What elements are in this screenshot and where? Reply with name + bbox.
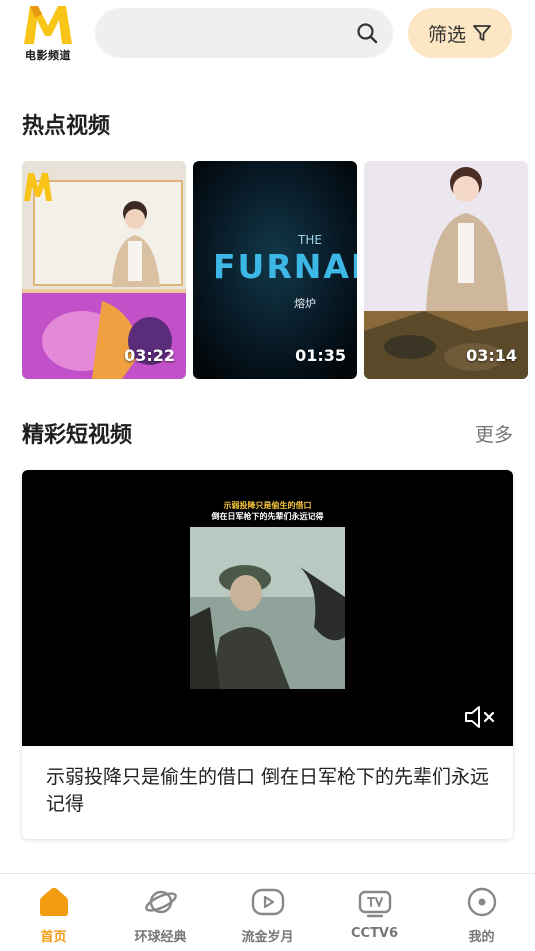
hot-video-card[interactable]: 03:22 (22, 161, 186, 379)
hot-videos-row: 03:22 THE FURNAN 熔炉 01:35 (22, 161, 535, 379)
mute-icon[interactable] (463, 704, 497, 730)
hot-video-card[interactable]: THE FURNAN 熔炉 01:35 (193, 161, 357, 379)
hot-video-card[interactable]: 03:14 (364, 161, 528, 379)
hot-videos-title: 热点视频 (22, 114, 111, 139)
video-subtitle-line1: 示弱投降只是偷生的借口 (223, 501, 312, 510)
nav-label: CCTV6 (350, 926, 399, 941)
filter-icon (473, 25, 491, 41)
search-input[interactable] (95, 8, 393, 58)
profile-icon (467, 887, 496, 917)
more-link[interactable]: 更多 (475, 420, 513, 447)
short-video-card[interactable]: 示弱投降只是偷生的借口 倒在日军枪下的先辈们永远记得 示弱投降只是偷生的借口 倒… (22, 470, 513, 839)
short-videos-title: 精彩短视频 (22, 423, 133, 448)
nav-item-global-classics[interactable]: 环球经典 (107, 874, 214, 951)
hot-video-duration: 03:22 (124, 346, 175, 365)
logo-text: 电影频道 (25, 49, 71, 62)
app-logo[interactable]: 电影频道 (20, 4, 76, 62)
video-subtitle-line2: 倒在日军枪下的先辈们永远记得 (211, 512, 324, 521)
nav-item-home[interactable]: 首页 (0, 874, 107, 951)
logo-m-icon (24, 6, 72, 44)
tv-icon (358, 890, 391, 918)
play-icon (251, 888, 284, 916)
filter-button[interactable]: 筛选 (408, 8, 512, 58)
video-frame (190, 527, 345, 689)
nav-label: 流金岁月 (241, 930, 294, 945)
video-player[interactable]: 示弱投降只是偷生的借口 倒在日军枪下的先辈们永远记得 (22, 470, 513, 746)
planet-icon (144, 890, 177, 914)
nav-label: 首页 (40, 930, 67, 945)
search-icon[interactable] (355, 21, 379, 45)
poster-subtitle: 熔炉 (294, 296, 316, 310)
app-header: 电影频道 筛选 (0, 0, 535, 72)
poster-title-top: THE (297, 233, 322, 247)
nav-item-cctv6[interactable]: CCTV6 (321, 874, 428, 951)
short-video-caption: 示弱投降只是偷生的借口 倒在日军枪下的先辈们永远记得 (46, 766, 490, 815)
poster-title-main: FURNAN (213, 247, 357, 286)
hot-video-duration: 03:14 (466, 346, 517, 365)
nav-item-profile[interactable]: 我的 (428, 874, 535, 951)
filter-label: 筛选 (427, 23, 466, 46)
nav-item-golden-years[interactable]: 流金岁月 (214, 874, 321, 951)
bottom-nav: 首页 环球经典 流金岁月 CCTV6 我的 (0, 873, 535, 951)
home-icon (39, 887, 68, 916)
nav-label: 我的 (468, 930, 495, 945)
nav-label: 环球经典 (134, 930, 187, 945)
hot-video-duration: 01:35 (295, 346, 346, 365)
